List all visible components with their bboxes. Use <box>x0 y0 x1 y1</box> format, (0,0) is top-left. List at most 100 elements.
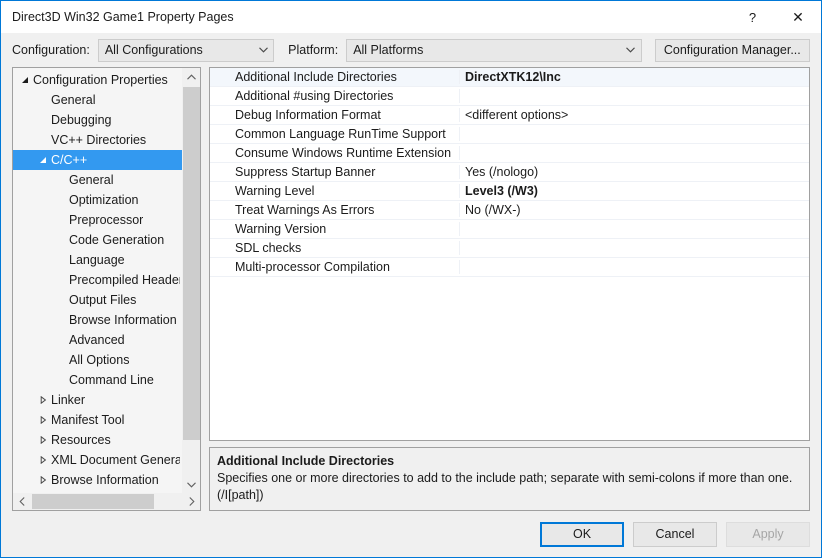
tree-item[interactable]: Browse Information <box>13 310 182 330</box>
property-name: Warning Level <box>210 184 460 198</box>
property-value[interactable]: Level3 (/W3) <box>460 184 809 198</box>
property-row[interactable]: Multi-processor Compilation <box>210 258 809 277</box>
right-pane: Additional Include Directories DirectXTK1… <box>209 67 810 511</box>
tree-item[interactable]: Manifest Tool <box>13 410 182 430</box>
property-row[interactable]: Additional Include Directories DirectXTK1… <box>210 68 809 87</box>
tree-vertical-scrollbar[interactable] <box>182 68 200 493</box>
platform-label: Platform: <box>288 43 339 57</box>
tree-item[interactable]: XML Document Generator <box>13 450 182 470</box>
tree-item[interactable]: General <box>13 90 182 110</box>
property-name: Treat Warnings As Errors <box>210 203 460 217</box>
property-row[interactable]: SDL checks <box>210 239 809 258</box>
tree-expander-open-icon[interactable] <box>17 76 33 84</box>
tree-item-label: Output Files <box>69 293 137 307</box>
tree-item-label: VC++ Directories <box>51 133 147 147</box>
tree-item[interactable]: All Options <box>13 350 182 370</box>
ok-button[interactable]: OK <box>540 521 624 547</box>
property-name: Additional #using Directories <box>210 89 460 103</box>
vertical-scroll-thumb[interactable] <box>183 87 200 440</box>
tree-item-label: Command Line <box>69 373 154 387</box>
property-row[interactable]: Warning Version <box>210 220 809 239</box>
vertical-scroll-track[interactable] <box>183 85 200 476</box>
tree-item[interactable]: General <box>13 170 182 190</box>
tree-horizontal-scrollbar[interactable] <box>13 493 200 510</box>
tree-item-label: Resources <box>51 433 111 447</box>
tree-item[interactable]: Browse Information <box>13 470 182 490</box>
description-title: Additional Include Directories <box>217 454 395 468</box>
dialog-body: Configuration Properties General Debugging… <box>1 67 821 511</box>
property-name: SDL checks <box>210 241 460 255</box>
tree-item[interactable]: Command Line <box>13 370 182 390</box>
horizontal-scroll-track[interactable] <box>30 493 183 510</box>
tree-item-label: Debugging <box>51 113 112 127</box>
scroll-up-icon[interactable] <box>183 68 200 85</box>
property-value[interactable]: DirectXTK12\Inc <box>460 70 809 84</box>
chevron-down-icon <box>253 40 273 61</box>
tree-item[interactable]: Debugging <box>13 110 182 130</box>
tree-item[interactable]: Output Files <box>13 290 182 310</box>
tree-item[interactable]: Advanced <box>13 330 182 350</box>
tree-item-label: Browse Information <box>69 313 177 327</box>
tree-expander-closed-icon[interactable] <box>35 476 51 484</box>
property-value[interactable]: No (/WX-) <box>460 203 809 217</box>
tree-item[interactable]: Language <box>13 250 182 270</box>
property-tree: Configuration Properties General Debugging… <box>13 68 182 493</box>
tree-item-label: C/C++ <box>51 153 88 167</box>
close-icon: ✕ <box>792 8 804 25</box>
tree-item-label: General <box>51 93 96 107</box>
tree-inner: Configuration Properties General Debugging… <box>13 68 200 493</box>
tree-item-label: Manifest Tool <box>51 413 125 427</box>
tree-item[interactable]: Resources <box>13 430 182 450</box>
property-row[interactable]: Additional #using Directories <box>210 87 809 106</box>
tree-item-label: Code Generation <box>69 233 165 247</box>
scroll-down-icon[interactable] <box>183 476 200 493</box>
property-value[interactable]: <different options> <box>460 108 809 122</box>
tree-item-label: XML Document Generator <box>51 453 180 467</box>
tree-item-label: Advanced <box>69 333 125 347</box>
tree-item[interactable]: C/C++ <box>13 150 182 170</box>
property-row[interactable]: Warning Level Level3 (/W3) <box>210 182 809 201</box>
platform-dropdown[interactable]: All Platforms <box>346 38 642 62</box>
close-button[interactable]: ✕ <box>775 2 821 33</box>
tree-item-label: Browse Information <box>51 473 159 487</box>
property-grid[interactable]: Additional Include Directories DirectXTK1… <box>209 67 810 441</box>
property-row[interactable]: Consume Windows Runtime Extension <box>210 144 809 163</box>
description-line-2: (/I[path]) <box>217 488 264 502</box>
scroll-left-icon[interactable] <box>13 493 30 510</box>
tree-item-label: All Options <box>69 353 130 367</box>
title-bar: Direct3D Win32 Game1 Property Pages ? ✕ <box>1 1 821 33</box>
property-row[interactable]: Debug Information Format <different optio… <box>210 106 809 125</box>
property-row[interactable]: Treat Warnings As Errors No (/WX-) <box>210 201 809 220</box>
tree-item-label: Linker <box>51 393 86 407</box>
configuration-dropdown[interactable]: All Configurations <box>97 38 275 62</box>
property-value[interactable]: Yes (/nologo) <box>460 165 809 179</box>
tree-expander-closed-icon[interactable] <box>35 456 51 464</box>
property-name: Multi-processor Compilation <box>210 260 460 274</box>
tree-expander-open-icon[interactable] <box>35 156 51 164</box>
tree-item[interactable]: VC++ Directories <box>13 130 182 150</box>
horizontal-scroll-thumb[interactable] <box>32 494 154 509</box>
tree-item[interactable]: Precompiled Headers <box>13 270 182 290</box>
tree-item[interactable]: Code Generation <box>13 230 182 250</box>
property-name: Common Language RunTime Support <box>210 127 460 141</box>
scroll-right-icon[interactable] <box>183 493 200 510</box>
configuration-label: Configuration: <box>12 43 90 57</box>
dialog-footer: OK Cancel Apply <box>1 511 821 557</box>
configuration-toolbar: Configuration: All Configurations Platfo… <box>1 33 821 67</box>
configuration-manager-button[interactable]: Configuration Manager... <box>654 38 810 62</box>
tree-item[interactable]: Optimization <box>13 190 182 210</box>
cancel-button[interactable]: Cancel <box>633 521 717 547</box>
property-row[interactable]: Suppress Startup Banner Yes (/nologo) <box>210 163 809 182</box>
platform-value: All Platforms <box>353 43 424 57</box>
tree-expander-closed-icon[interactable] <box>35 416 51 424</box>
tree-expander-closed-icon[interactable] <box>35 396 51 404</box>
help-button[interactable]: ? <box>730 2 775 33</box>
configuration-value: All Configurations <box>104 43 203 57</box>
window-title: Direct3D Win32 Game1 Property Pages <box>12 10 234 24</box>
tree-expander-closed-icon[interactable] <box>35 436 51 444</box>
tree-item[interactable]: Preprocessor <box>13 210 182 230</box>
property-row[interactable]: Common Language RunTime Support <box>210 125 809 144</box>
tree-item[interactable]: Configuration Properties <box>13 70 182 90</box>
tree-item[interactable]: Linker <box>13 390 182 410</box>
tree-item-label: Preprocessor <box>69 213 144 227</box>
